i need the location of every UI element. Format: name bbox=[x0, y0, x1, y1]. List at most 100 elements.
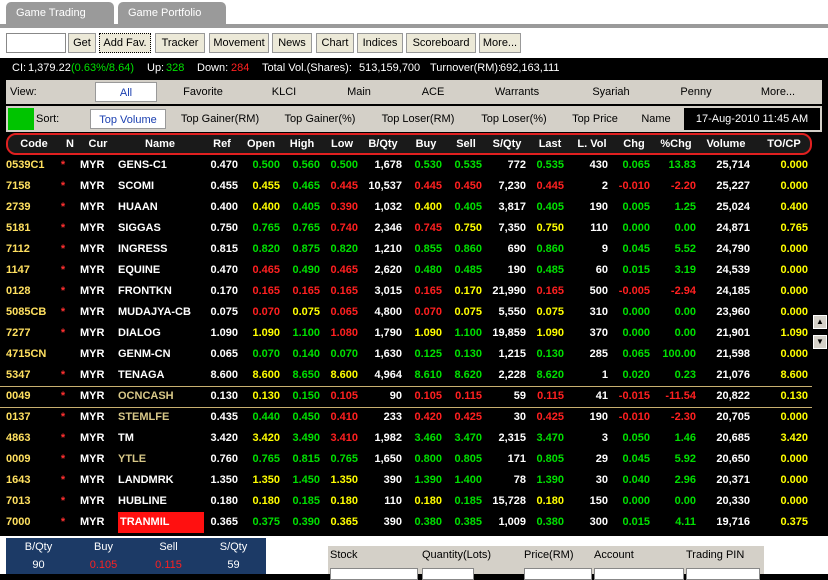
col-volume[interactable]: Volume bbox=[698, 135, 754, 153]
scoreboard-button[interactable]: Scoreboard bbox=[406, 33, 476, 53]
col-bqty[interactable]: B/Qty bbox=[362, 135, 404, 153]
table-row[interactable]: 7013 * MYR HUBLINE 0.180 0.180 0.185 0.180 110 0.… bbox=[0, 491, 812, 512]
cell-sqty: 3,817 bbox=[498, 201, 526, 213]
tab-game-portfolio[interactable]: Game Portfolio bbox=[118, 2, 226, 24]
table-row[interactable]: 1643 * MYR LANDMRK 1.350 1.350 1.450 1.350 390 1.… bbox=[0, 470, 812, 491]
view-ace[interactable]: ACE bbox=[398, 82, 468, 102]
scroll-down-icon[interactable]: ▼ bbox=[813, 335, 827, 349]
table-row[interactable]: 0539C1 * MYR GENS-C1 0.470 0.500 0.560 0.500 1,6… bbox=[0, 155, 812, 176]
cell-volume: 25,024 bbox=[716, 201, 750, 213]
total-vol-label: Total Vol.(Shares): bbox=[262, 62, 352, 74]
col-pchg[interactable]: %Chg bbox=[654, 135, 698, 153]
sort-top-gainer-pct[interactable]: Top Gainer(%) bbox=[274, 109, 366, 129]
table-row[interactable]: 0137 * MYR STEMLFE 0.435 0.440 0.450 0.410 233 0.… bbox=[0, 407, 812, 428]
view-syariah[interactable]: Syariah bbox=[566, 82, 656, 102]
cell-low: 3.410 bbox=[330, 432, 358, 444]
cell-n: * bbox=[60, 369, 66, 381]
cell-bqty: 1,650 bbox=[374, 453, 402, 465]
stock-search-input[interactable] bbox=[6, 33, 66, 53]
cell-n: * bbox=[60, 516, 66, 528]
cell-high: 0.140 bbox=[292, 348, 320, 360]
table-row[interactable]: 5347 * MYR TENAGA 8.600 8.600 8.650 8.600 4,964 8… bbox=[0, 365, 812, 386]
more-button[interactable]: More... bbox=[479, 33, 521, 53]
cell-chg: 0.065 bbox=[622, 348, 650, 360]
sort-top-loser-rm[interactable]: Top Loser(RM) bbox=[372, 109, 464, 129]
movement-button[interactable]: Movement bbox=[209, 33, 269, 53]
col-chg[interactable]: Chg bbox=[614, 135, 654, 153]
scroll-up-icon[interactable]: ▲ bbox=[813, 315, 827, 329]
order-account-select[interactable] bbox=[594, 568, 684, 580]
table-row[interactable]: 7000 * MYR TRANMIL 0.365 0.375 0.390 0.365 390 0.… bbox=[0, 512, 812, 533]
cell-buy: 0.400 bbox=[414, 201, 442, 213]
view-warrants[interactable]: Warrants bbox=[474, 82, 560, 102]
col-tocp[interactable]: TO/CP bbox=[756, 135, 812, 153]
table-row[interactable]: 0049 * MYR OCNCASH 0.130 0.130 0.150 0.105 90 0.1… bbox=[0, 386, 812, 407]
view-klci[interactable]: KLCI bbox=[248, 82, 320, 102]
cell-volume: 25,227 bbox=[716, 180, 750, 192]
col-ref[interactable]: Ref bbox=[204, 135, 240, 153]
col-low[interactable]: Low bbox=[322, 135, 362, 153]
news-button[interactable]: News bbox=[272, 33, 312, 53]
table-row[interactable]: 5181 * MYR SIGGAS 0.750 0.765 0.765 0.740 2,346 0… bbox=[0, 218, 812, 239]
add-fav-button[interactable]: Add Fav. bbox=[99, 33, 151, 53]
col-n[interactable]: N bbox=[60, 135, 80, 153]
table-row[interactable]: 0128 * MYR FRONTKN 0.170 0.165 0.165 0.165 3,015… bbox=[0, 281, 812, 302]
cell-lvol: 2 bbox=[601, 180, 608, 192]
sort-top-price[interactable]: Top Price bbox=[564, 109, 626, 129]
tab-game-trading[interactable]: Game Trading bbox=[6, 2, 114, 24]
cell-n: * bbox=[60, 222, 66, 234]
col-sqty[interactable]: S/Qty bbox=[486, 135, 528, 153]
get-button[interactable]: Get bbox=[68, 33, 96, 53]
col-sell[interactable]: Sell bbox=[446, 135, 486, 153]
cell-volume: 21,901 bbox=[716, 327, 750, 339]
sort-label: Sort: bbox=[36, 113, 60, 125]
sort-top-loser-pct[interactable]: Top Loser(%) bbox=[470, 109, 558, 129]
table-row[interactable]: 4863 * MYR TM 3.420 3.420 3.490 3.410 1,982 3.460… bbox=[0, 428, 812, 449]
tracker-button[interactable]: Tracker bbox=[155, 33, 205, 53]
view-all[interactable]: All bbox=[95, 82, 157, 102]
order-price-input[interactable] bbox=[524, 568, 592, 580]
col-last[interactable]: Last bbox=[530, 135, 570, 153]
cell-low: 0.740 bbox=[330, 222, 358, 234]
cell-last: 0.445 bbox=[536, 180, 564, 192]
col-buy[interactable]: Buy bbox=[406, 135, 446, 153]
table-row[interactable]: 7277 * MYR DIALOG 1.090 1.090 1.100 1.080 1,790 1… bbox=[0, 323, 812, 344]
view-more[interactable]: More... bbox=[736, 82, 820, 102]
sort-top-volume[interactable]: Top Volume bbox=[90, 109, 166, 129]
sort-top-gainer-rm[interactable]: Top Gainer(RM) bbox=[172, 109, 268, 129]
order-stock-input[interactable] bbox=[330, 568, 418, 580]
chart-button[interactable]: Chart bbox=[316, 33, 354, 53]
cell-buy: 0.855 bbox=[414, 243, 442, 255]
cell-low: 0.445 bbox=[330, 180, 358, 192]
cell-ref: 0.130 bbox=[210, 390, 238, 402]
table-row[interactable]: 5085CB * MYR MUDAJYA-CB 0.075 0.070 0.075 0.065… bbox=[0, 302, 812, 323]
view-main[interactable]: Main bbox=[326, 82, 392, 102]
view-penny[interactable]: Penny bbox=[662, 82, 730, 102]
order-quantity-input[interactable] bbox=[422, 568, 474, 580]
cell-name: HUBLINE bbox=[118, 495, 167, 507]
cell-pchg: -2.94 bbox=[670, 285, 696, 297]
cell-volume: 20,330 bbox=[716, 495, 750, 507]
table-scrollbar[interactable]: ▲ ▼ bbox=[812, 155, 828, 535]
table-row[interactable]: 1147 * MYR EQUINE 0.470 0.465 0.490 0.465 2,620 0… bbox=[0, 260, 812, 281]
col-high[interactable]: High bbox=[282, 135, 322, 153]
table-row[interactable]: 7158 * MYR SCOMI 0.455 0.455 0.465 0.445 10,537 0… bbox=[0, 176, 812, 197]
table-row[interactable]: 2739 * MYR HUAAN 0.400 0.400 0.405 0.390 1,032 0.… bbox=[0, 197, 812, 218]
col-open[interactable]: Open bbox=[242, 135, 280, 153]
view-favorite[interactable]: Favorite bbox=[164, 82, 242, 102]
col-cur[interactable]: Cur bbox=[80, 135, 116, 153]
indices-button[interactable]: Indices bbox=[357, 33, 403, 53]
col-name[interactable]: Name bbox=[116, 135, 204, 153]
cell-chg: 0.000 bbox=[622, 327, 650, 339]
col-lvol[interactable]: L. Vol bbox=[570, 135, 614, 153]
cell-buy: 3.460 bbox=[414, 432, 442, 444]
table-row[interactable]: 7112 * MYR INGRESS 0.815 0.820 0.875 0.820 1,210… bbox=[0, 239, 812, 260]
col-code[interactable]: Code bbox=[10, 135, 58, 153]
cell-volume: 23,960 bbox=[716, 306, 750, 318]
cell-bqty: 1,678 bbox=[374, 159, 402, 171]
table-row[interactable]: 0009 * MYR YTLE 0.760 0.765 0.815 0.765 1,650 0.8… bbox=[0, 449, 812, 470]
table-row[interactable]: 4715CN MYR GENM-CN 0.065 0.070 0.140 0.070 1,63… bbox=[0, 344, 812, 365]
cell-sqty: 2,315 bbox=[498, 432, 526, 444]
order-pin-input[interactable] bbox=[686, 568, 760, 580]
sort-name[interactable]: Name bbox=[632, 109, 680, 129]
